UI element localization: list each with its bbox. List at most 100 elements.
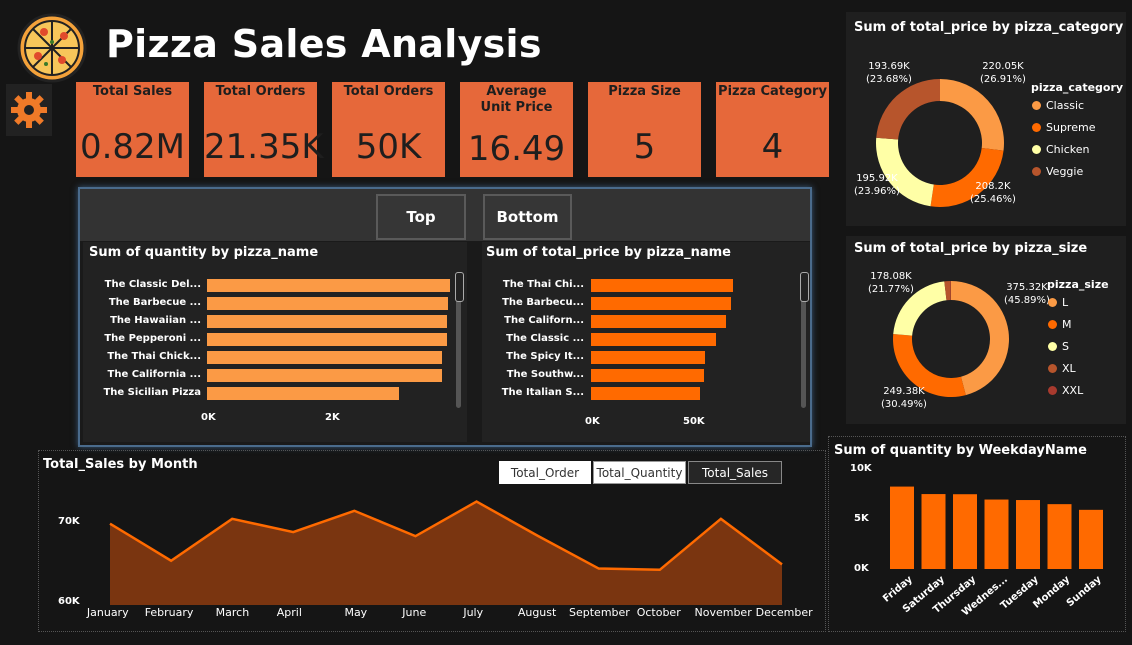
month-label: October [636, 606, 681, 619]
legend-item-xxl: XXL [1048, 384, 1083, 397]
donut-value: 178.08K [870, 271, 912, 282]
bar [591, 369, 705, 382]
kpi-card-total-orders-2: Total Orders 50K [332, 82, 445, 177]
qty-chart-scroll-thumb[interactable] [455, 272, 464, 302]
legend-dot [1048, 342, 1057, 351]
donut-data-label: 375.32K (45.89%) [1004, 281, 1050, 307]
weekday-bar[interactable] [890, 486, 914, 569]
legend-item-xl: XL [1048, 362, 1076, 375]
legend-item-m: M [1048, 318, 1072, 331]
pizza-icon [16, 12, 88, 84]
month-ytick-70k: 70K [58, 516, 80, 527]
price-by-name-title: Sum of total_price by pizza_name [486, 245, 731, 260]
donut-value: 208.2K [975, 181, 1011, 192]
weekday-chart-title: Sum of quantity by WeekdayName [834, 443, 1087, 458]
bar-label: The Classic ... [506, 333, 584, 344]
toggle-total-sales[interactable]: Total_Sales [688, 461, 782, 484]
kpi-card-total-orders: Total Orders 21.35K [204, 82, 324, 177]
kpi-label: Total Orders [343, 84, 434, 99]
page-title: Pizza Sales Analysis [106, 22, 542, 66]
month-area-chart [109, 500, 783, 605]
kpi-value: 4 [761, 127, 784, 167]
x-tick: 50K [683, 416, 705, 427]
bottom-button[interactable]: Bottom [483, 194, 572, 240]
bar [207, 351, 443, 364]
donut-percent: (25.46%) [970, 194, 1016, 205]
bar-label: The Spicy It... [506, 351, 584, 362]
donut-value: 375.32K [1006, 282, 1048, 293]
size-donut-chart [893, 281, 1009, 397]
legend-label: XL [1062, 362, 1076, 375]
kpi-label: Total Sales [92, 84, 173, 99]
weekday-ytick-0k: 0K [854, 563, 869, 574]
legend-dot [1032, 167, 1041, 176]
legend-dot [1048, 320, 1057, 329]
size-donut-title: Sum of total_price by pizza_size [854, 241, 1088, 256]
kpi-label: Total Orders [215, 84, 306, 99]
toggle-total-quantity[interactable]: Total_Quantity [593, 461, 686, 484]
donut-data-label: 208.2K (25.46%) [970, 180, 1016, 206]
weekday-ytick-5k: 5K [854, 513, 869, 524]
bar-label: The Californ... [504, 315, 584, 326]
size-legend-title: pizza_size [1047, 278, 1109, 291]
weekday-bar[interactable] [921, 494, 946, 569]
price-chart-scroll-thumb[interactable] [800, 272, 809, 302]
bar-label: The Classic Del... [104, 279, 201, 290]
x-tick: 0K [201, 412, 216, 423]
kpi-card-pizza-category: Pizza Category 4 [716, 82, 829, 177]
legend-label: M [1062, 318, 1072, 331]
donut-data-label: 220.05K (26.91%) [980, 60, 1026, 86]
legend-item-chicken: Chicken [1032, 143, 1089, 156]
bar-label: The Pepperoni ... [104, 333, 201, 344]
bar [591, 315, 727, 328]
month-label: August [517, 606, 557, 619]
kpi-card-average-unit-price: Average Unit Price 16.49 [460, 82, 573, 177]
category-legend-title: pizza_category [1031, 81, 1124, 94]
month-label: March [215, 606, 250, 619]
weekday-bar[interactable] [1047, 504, 1072, 569]
month-label: January [86, 606, 129, 619]
legend-item-supreme: Supreme [1032, 121, 1095, 134]
donut-value: 195.92K [856, 173, 898, 184]
donut-data-label: 249.38K (30.49%) [881, 385, 927, 411]
category-donut-title: Sum of total_price by pizza_category [854, 20, 1124, 35]
donut-data-label: 178.08K (21.77%) [868, 270, 914, 296]
donut-percent: (23.68%) [866, 74, 912, 85]
kpi-value: 50K [355, 127, 422, 167]
donut-data-label: 193.69K (23.68%) [866, 60, 912, 86]
month-label: September [569, 606, 630, 619]
donut-percent: (21.77%) [868, 284, 914, 295]
bar [591, 279, 733, 292]
weekday-bar[interactable] [1079, 509, 1103, 569]
bar [207, 279, 451, 292]
kpi-value: 16.49 [467, 129, 566, 169]
weekday-bar-chart [890, 486, 1103, 569]
legend-item-veggie: Veggie [1032, 165, 1083, 178]
kpi-value: 21.35K [204, 127, 324, 167]
legend-item-l: L [1048, 296, 1068, 309]
legend-label: Classic [1046, 99, 1085, 112]
month-label: February [144, 606, 194, 619]
bar [591, 387, 701, 400]
toggle-total-order[interactable]: Total_Order [499, 461, 591, 484]
kpi-card-pizza-size: Pizza Size 5 [588, 82, 701, 177]
weekday-bar[interactable] [1016, 500, 1040, 569]
bar [207, 369, 443, 382]
month-label: November [694, 606, 752, 619]
donut-percent: (30.49%) [881, 399, 927, 410]
gear-icon[interactable] [6, 84, 52, 136]
qty-by-name-title: Sum of quantity by pizza_name [89, 245, 319, 260]
qty-by-name-plot: The Classic Del... The Barbecue ... The Ha… [83, 270, 463, 430]
legend-label: Supreme [1046, 121, 1096, 134]
legend-label: S [1062, 340, 1069, 353]
legend-label: Chicken [1046, 143, 1090, 156]
kpi-card-total-sales: Total Sales 0.82M [76, 82, 189, 177]
x-tick: 2K [325, 412, 340, 423]
weekday-bar[interactable] [953, 494, 977, 569]
top-button[interactable]: Top [376, 194, 466, 240]
bar-label: The Hawaiian ... [110, 315, 201, 326]
month-ytick-60k: 60K [58, 596, 80, 607]
month-label: May [344, 606, 368, 619]
legend-label: L [1062, 296, 1069, 309]
weekday-bar[interactable] [984, 499, 1009, 569]
